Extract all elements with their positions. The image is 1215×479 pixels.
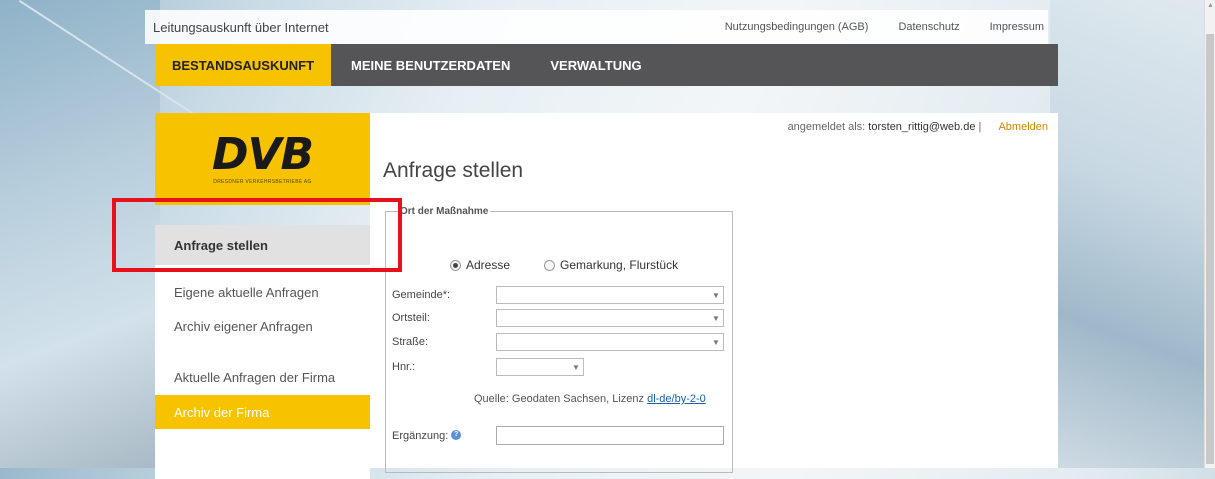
session-user: torsten_rittig@web.de	[868, 121, 976, 133]
radio-gemarkung[interactable]	[544, 259, 556, 271]
top-links: Nutzungsbedingungen (AGB) Datenschutz Im…	[725, 21, 1044, 33]
form-row-ortsteil: Ortsteil: ▼	[392, 309, 724, 327]
ergaenzung-label-wrap: Ergänzung:?	[392, 429, 496, 442]
radio-gemarkung-label: Gemarkung, Flurstück	[560, 258, 679, 272]
link-impressum[interactable]: Impressum	[990, 21, 1044, 33]
strasse-label: Straße:	[392, 336, 429, 348]
location-fieldset: Ort der Maßnahme Adresse Gemarkung, Flur…	[385, 206, 733, 473]
scroll-thumb[interactable]	[1206, 34, 1214, 464]
form-row-strasse: Straße: ▼	[392, 333, 724, 351]
fieldset-legend: Ort der Maßnahme	[400, 206, 489, 217]
hnr-label: Hnr.:	[392, 361, 416, 373]
form-row-gemeinde: Gemeinde*: ▼	[392, 286, 724, 304]
radio-adresse-label: Adresse	[466, 258, 511, 272]
page-scrollbar[interactable]: ▲	[1204, 0, 1215, 468]
hnr-select[interactable]: ▼	[496, 358, 584, 376]
session-info: angemeldet als: torsten_rittig@web.de | …	[788, 121, 1048, 133]
sidebar-item-anfrage-stellen[interactable]: Anfrage stellen	[155, 225, 370, 265]
link-datenschutz[interactable]: Datenschutz	[898, 21, 959, 33]
chevron-down-icon: ▼	[712, 337, 720, 347]
logo[interactable]: DVB DRESDNER VERKEHRSBETRIEBE AG	[155, 113, 370, 205]
ortsteil-select[interactable]: ▼	[496, 309, 724, 327]
sidebar-bottom	[155, 429, 370, 479]
gemeinde-select[interactable]: ▼	[496, 286, 724, 304]
nav-bestandsauskunft[interactable]: BESTANDSAUSKUNFT	[155, 44, 331, 86]
source-text: Quelle: Geodaten Sachsen, Lizenz	[474, 393, 645, 405]
form-row-ergaenzung: Ergänzung:?	[392, 426, 724, 445]
strasse-select[interactable]: ▼	[496, 333, 724, 351]
top-bar: Leitungsauskunft über Internet Nutzungsb…	[145, 10, 1048, 44]
sidebar-item-eigene-aktuelle[interactable]: Eigene aktuelle Anfragen	[155, 285, 319, 300]
nav-meine-benutzerdaten[interactable]: MEINE BENUTZERDATEN	[331, 44, 530, 86]
gemeinde-label: Gemeinde*:	[392, 289, 451, 301]
site-title: Leitungsauskunft über Internet	[153, 19, 329, 35]
background-glass-right	[1050, 0, 1205, 468]
link-agb[interactable]: Nutzungsbedingungen (AGB)	[725, 21, 869, 33]
background-glass-left	[0, 0, 160, 468]
license-link[interactable]: dl-de/by-2-0	[647, 393, 706, 405]
scroll-up-icon[interactable]: ▲	[1207, 2, 1214, 9]
ortsteil-label: Ortsteil:	[392, 312, 430, 324]
sidebar-item-archiv-eigener[interactable]: Archiv eigener Anfragen	[155, 319, 313, 334]
chevron-down-icon: ▼	[712, 313, 720, 323]
logo-subtitle: DRESDNER VERKEHRSBETRIEBE AG	[213, 179, 312, 185]
nav-verwaltung[interactable]: VERWALTUNG	[530, 44, 661, 86]
help-icon[interactable]: ?	[451, 429, 462, 440]
logout-link[interactable]: Abmelden	[998, 121, 1048, 133]
page-title: Anfrage stellen	[383, 159, 524, 182]
session-label: angemeldet als:	[787, 121, 866, 133]
sidebar: DVB DRESDNER VERKEHRSBETRIEBE AG Anfrage…	[155, 113, 370, 479]
session-separator: |	[978, 121, 982, 133]
data-source: Quelle: Geodaten Sachsen, Lizenz dl-de/b…	[474, 393, 706, 405]
ergaenzung-label: Ergänzung:	[392, 429, 449, 442]
logo-text: DVB	[211, 129, 314, 180]
content-panel: angemeldet als: torsten_rittig@web.de | …	[370, 113, 1058, 473]
location-type-radios: Adresse Gemarkung, Flurstück	[450, 258, 678, 272]
form-row-hnr: Hnr.: ▼	[392, 358, 584, 376]
sidebar-item-aktuelle-firma[interactable]: Aktuelle Anfragen der Firma	[155, 370, 335, 385]
sidebar-menu: Eigene aktuelle Anfragen Archiv eigener …	[155, 265, 370, 395]
sidebar-item-archiv-firma[interactable]: Archiv der Firma	[155, 395, 370, 429]
radio-adresse[interactable]	[450, 259, 461, 271]
main-nav: BESTANDSAUSKUNFT MEINE BENUTZERDATEN VER…	[155, 44, 1058, 86]
chevron-down-icon: ▼	[712, 290, 720, 300]
ergaenzung-input[interactable]	[496, 426, 724, 445]
chevron-down-icon: ▼	[572, 362, 580, 372]
